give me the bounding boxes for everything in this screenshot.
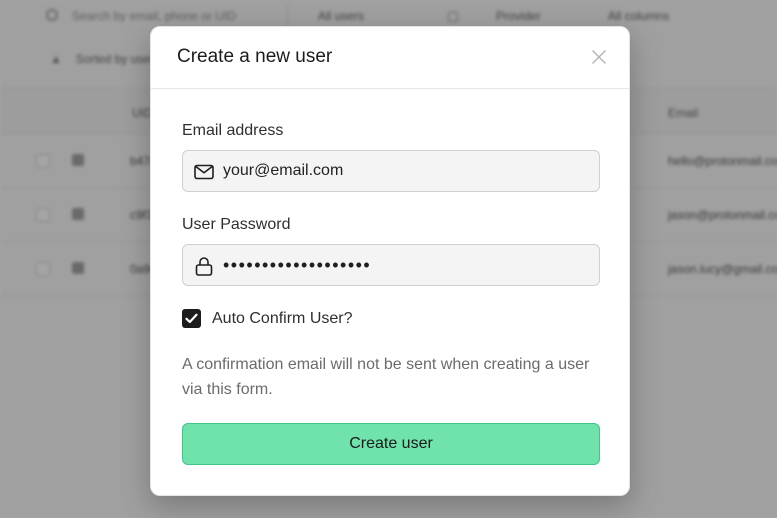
email-input[interactable] <box>223 151 589 191</box>
auto-confirm-checkbox[interactable] <box>182 309 201 328</box>
lock-icon <box>195 257 213 276</box>
close-button[interactable] <box>587 45 611 69</box>
auto-confirm-row: Auto Confirm User? <box>182 309 353 328</box>
password-label: User Password <box>182 216 291 233</box>
auto-confirm-label: Auto Confirm User? <box>212 309 353 327</box>
create-user-dialog: Create a new user Email address User Pas… <box>150 26 630 496</box>
checkmark-icon <box>185 313 198 324</box>
dialog-title: Create a new user <box>177 46 333 67</box>
email-field[interactable] <box>182 150 600 192</box>
mail-icon <box>194 164 214 180</box>
email-label: Email address <box>182 122 284 139</box>
create-user-button[interactable]: Create user <box>182 423 600 465</box>
close-icon <box>592 50 606 64</box>
confirmation-hint: A confirmation email will not be sent wh… <box>182 356 590 398</box>
password-input[interactable] <box>223 245 589 285</box>
password-field[interactable] <box>182 244 600 286</box>
dialog-header: Create a new user <box>151 27 629 89</box>
